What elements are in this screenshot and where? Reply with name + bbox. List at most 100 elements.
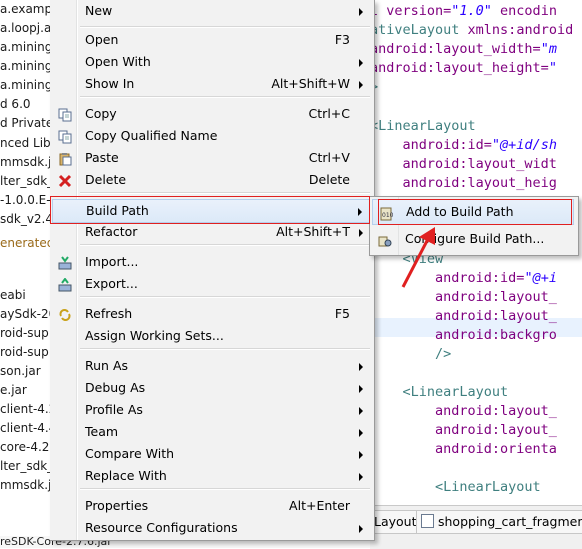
code-token: android:layout_	[370, 403, 557, 419]
menu-separator	[80, 192, 370, 194]
refresh-icon	[58, 307, 72, 321]
menu-separator	[80, 244, 370, 246]
submenu-arrow-icon	[358, 208, 362, 216]
menu-item-shortcut: F5	[334, 306, 350, 321]
explorer-row[interactable]: mmsdk.jar	[0, 476, 52, 495]
explorer-row[interactable]: a.mining.a	[0, 57, 52, 76]
explorer-row[interactable]: a.mining.a	[0, 38, 52, 57]
import-icon	[58, 255, 72, 270]
explorer-row[interactable]: a.loopj.ar	[0, 19, 52, 38]
explorer-row[interactable]: d Private	[0, 114, 52, 133]
menu-item-assign-working-sets[interactable]: Assign Working Sets...	[52, 325, 372, 347]
explorer-row[interactable]: roid-sup	[0, 343, 49, 362]
code-line: ativeLayout xmlns:android	[370, 21, 573, 40]
menu-item-open-with[interactable]: Open With	[52, 51, 372, 73]
explorer-row[interactable]: sdk_v2.4	[0, 210, 52, 229]
explorer-row[interactable]: lter_sdk_	[0, 457, 52, 476]
menu-item-open[interactable]: Open F3	[52, 29, 372, 51]
menu-item-label: Debug As	[85, 380, 146, 395]
menu-item-team[interactable]: Team	[52, 421, 372, 443]
code-line: l version="1.0" encodin	[370, 2, 557, 21]
menu-item-label: New	[85, 3, 113, 18]
submenu-arrow-icon	[359, 451, 363, 459]
explorer-row[interactable]: client-4.2	[0, 400, 52, 419]
submenu-arrow-icon	[359, 81, 363, 89]
explorer-row[interactable]: eabi	[0, 286, 26, 305]
menu-item-shortcut: Ctrl+V	[308, 150, 350, 165]
explorer-row[interactable]: a.mining.a	[0, 76, 52, 95]
menu-item-new[interactable]: New	[52, 0, 372, 22]
export-icon	[58, 277, 72, 292]
menu-item-show-in[interactable]: Show In Alt+Shift+W	[52, 73, 372, 95]
code-token: android:layout_heig	[370, 175, 557, 191]
explorer-row[interactable]: -1.0.0.E-	[0, 191, 51, 210]
code-token: android:layout_	[370, 422, 557, 438]
menu-item-build-path[interactable]: Build Path	[52, 199, 372, 223]
menu-item-export[interactable]: Export...	[52, 273, 372, 295]
menu-item-label: Compare With	[85, 446, 175, 461]
menu-separator	[80, 26, 370, 28]
menu-item-import[interactable]: Import...	[52, 251, 372, 273]
submenu-item-add-to-build-path[interactable]: 010 Add to Build Path	[372, 199, 574, 225]
submenu-arrow-icon	[359, 385, 363, 393]
code-token: l version=	[370, 3, 452, 19]
menu-item-refactor[interactable]: Refactor Alt+Shift+T	[52, 221, 372, 243]
code-token: "1.0"	[451, 3, 492, 19]
menu-item-run-as[interactable]: Run As	[52, 355, 372, 377]
explorer-row[interactable]: d 6.0	[0, 95, 31, 114]
menu-item-label: Refactor	[85, 224, 138, 239]
code-line: android:backgro	[370, 326, 557, 345]
menu-item-copy-qualified-name[interactable]: Copy Qualified Name	[52, 125, 372, 147]
menu-item-label: Build Path	[86, 203, 149, 218]
code-line: <LinearLayout	[370, 383, 509, 402]
menu-item-delete[interactable]: Delete Delete	[52, 169, 372, 191]
code-line: android:id="@+id/sh	[370, 136, 557, 155]
explorer-row[interactable]: nced Libr	[0, 134, 52, 153]
explorer-row[interactable]: aySdk-20	[0, 305, 52, 324]
code-line: <LinearLayout	[370, 478, 541, 497]
submenu-item-label: Add to Build Path	[406, 204, 514, 219]
explorer-row[interactable]: enerated	[0, 234, 52, 253]
menu-item-profile-as[interactable]: Profile As	[52, 399, 372, 421]
explorer-row[interactable]: mmsdk.ja	[0, 153, 52, 172]
explorer-row[interactable]: client-4.4	[0, 419, 52, 438]
explorer-row[interactable]: son.jar	[0, 362, 41, 381]
explorer-row[interactable]: core-4.2.	[0, 438, 52, 457]
code-token: "	[548, 60, 557, 76]
menu-separator	[80, 348, 370, 350]
tab-shopping-cart-fragment[interactable]: shopping_cart_fragment.	[416, 510, 582, 534]
menu-item-resource-configurations[interactable]: Resource Configurations	[52, 517, 372, 539]
menu-item-copy[interactable]: Copy Ctrl+C	[52, 103, 372, 125]
menu-item-debug-as[interactable]: Debug As	[52, 377, 372, 399]
delete-icon	[58, 173, 72, 188]
code-token: "m	[540, 41, 557, 57]
explorer-row[interactable]: lter_sdk_	[0, 172, 52, 191]
code-token: android:layout_width=	[370, 41, 541, 57]
menu-item-label: Paste	[85, 150, 119, 165]
tab-layout[interactable]: Layout	[370, 510, 422, 534]
menu-item-replace-with[interactable]: Replace With	[52, 465, 372, 487]
code-token: <LinearLayout	[370, 118, 476, 134]
menu-item-label: Import...	[85, 254, 139, 269]
code-line: android:layout_	[370, 307, 557, 326]
code-line: android:layout_heig	[370, 174, 557, 193]
menu-item-label: Export...	[85, 276, 138, 291]
menu-item-properties[interactable]: Properties Alt+Enter	[52, 495, 372, 517]
code-token: "@+i	[524, 270, 557, 286]
code-line: android:layout_width="m	[370, 40, 557, 59]
menu-item-label: Show In	[85, 76, 135, 91]
copy-qualified-icon	[58, 129, 72, 144]
explorer-row[interactable]: e.jar	[0, 381, 27, 400]
menu-item-label: Replace With	[85, 468, 167, 483]
explorer-row[interactable]: roid-sup	[0, 324, 49, 343]
submenu-arrow-icon	[359, 525, 363, 533]
menu-item-compare-with[interactable]: Compare With	[52, 443, 372, 465]
menu-item-refresh[interactable]: Refresh F5	[52, 303, 372, 325]
menu-item-paste[interactable]: Paste Ctrl+V	[52, 147, 372, 169]
menu-item-label: Resource Configurations	[85, 520, 238, 535]
explorer-row[interactable]: a.example	[0, 0, 52, 19]
menu-item-shortcut: Alt+Enter	[289, 498, 350, 513]
code-token: android:layout_	[370, 308, 557, 324]
code-token: android:layout_widt	[370, 156, 557, 172]
menu-separator	[80, 296, 370, 298]
